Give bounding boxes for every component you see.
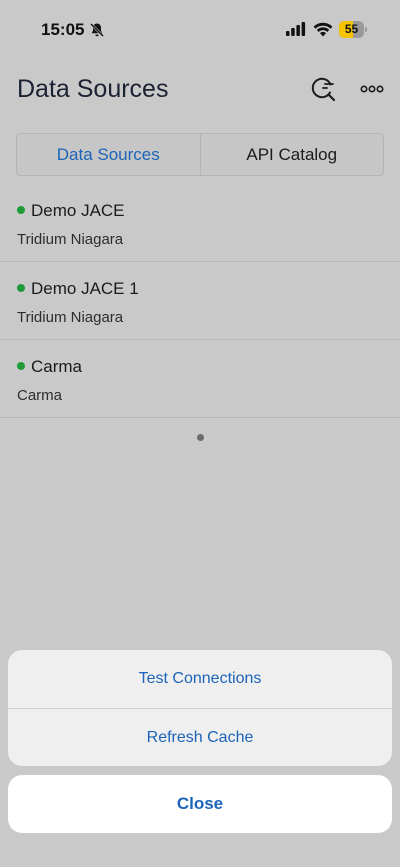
data-source-name: Carma (31, 357, 83, 376)
tab-api-catalog[interactable]: API Catalog (199, 134, 384, 175)
status-bar: 15:05 55 (0, 0, 400, 60)
battery-nub (365, 27, 367, 32)
close-button[interactable]: Close (8, 775, 392, 833)
data-source-type: Carma (17, 387, 63, 404)
battery-body: 55 (339, 21, 364, 38)
data-source-name: Demo JACE (31, 201, 125, 220)
loading-indicator (197, 434, 204, 441)
status-online-dot (17, 284, 25, 292)
data-source-list: Demo JACE Tridium Niagara Demo JACE 1 Tr… (0, 184, 400, 418)
status-online-dot (17, 206, 25, 214)
page-title: Data Sources (17, 75, 169, 103)
segmented-tabs: Data Sources API Catalog (16, 133, 384, 176)
data-source-type: Tridium Niagara (17, 231, 124, 248)
tab-data-sources[interactable]: Data Sources (17, 134, 200, 175)
test-connections-button[interactable]: Test Connections (8, 650, 392, 708)
battery-level: 55 (344, 22, 359, 36)
search-icon[interactable] (309, 75, 337, 103)
list-item[interactable]: Demo JACE 1 Tridium Niagara (0, 262, 400, 340)
list-item[interactable]: Carma Carma (0, 340, 400, 418)
more-icon[interactable] (359, 80, 385, 98)
data-source-name: Demo JACE 1 (31, 279, 139, 298)
battery-icon: 55 (339, 21, 367, 38)
refresh-cache-button[interactable]: Refresh Cache (8, 708, 392, 766)
wifi-icon (313, 22, 333, 37)
status-online-dot (17, 362, 25, 370)
status-time: 15:05 (41, 20, 85, 39)
list-item[interactable]: Demo JACE Tridium Niagara (0, 184, 400, 262)
action-sheet: Test Connections Refresh Cache (8, 650, 392, 766)
data-source-type: Tridium Niagara (17, 309, 124, 326)
signal-icon (286, 22, 306, 36)
bell-slash-icon (90, 23, 104, 37)
